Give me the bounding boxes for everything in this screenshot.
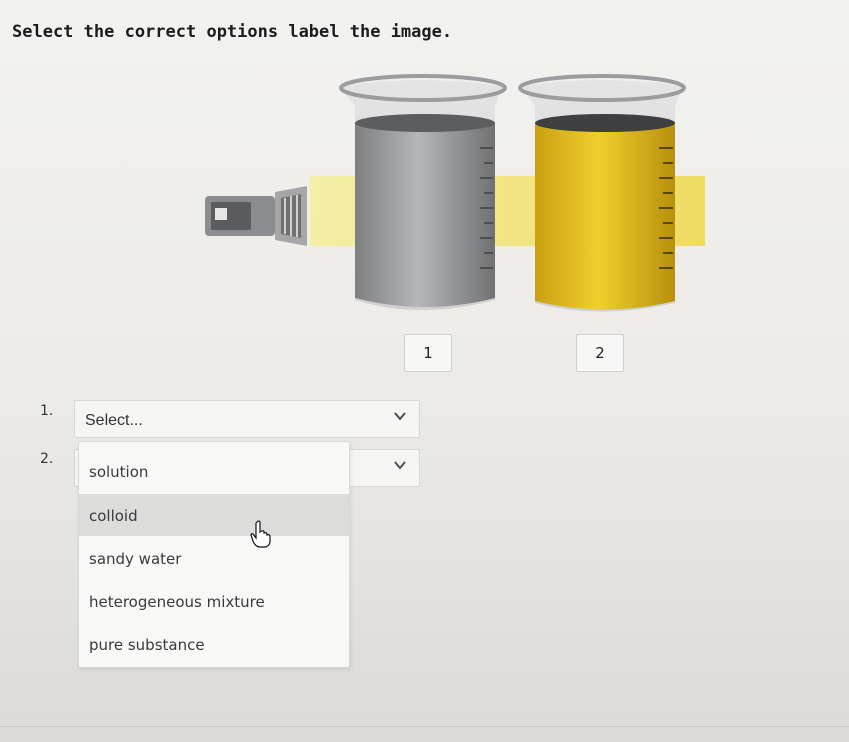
beaker-2 (518, 74, 686, 312)
flashlight-icon (205, 186, 307, 246)
menu-option-label: solution (89, 463, 149, 481)
footer-divider (0, 726, 849, 727)
menu-option-label: heterogeneous mixture (89, 593, 265, 611)
beakers-figure (195, 68, 715, 318)
hand-pointer-icon (250, 520, 271, 548)
item-number-2: 2. (40, 451, 54, 467)
beakers-illustration (205, 74, 705, 312)
menu-option[interactable]: heterogeneous mixture (79, 580, 349, 622)
menu-option-highlighted[interactable]: colloid (79, 494, 349, 536)
menu-option-label: sandy water (89, 550, 182, 568)
chevron-down-icon (394, 461, 406, 470)
dropdown-1-value: Select... (85, 412, 143, 429)
figure-label-2: 2 (576, 334, 624, 372)
item-number-1: 1. (40, 403, 54, 419)
menu-option-label: colloid (89, 507, 138, 525)
chevron-down-icon (394, 412, 406, 421)
menu-option-label: pure substance (89, 636, 205, 654)
question-title: Select the correct options label the ima… (12, 22, 453, 42)
beaker-1 (339, 74, 507, 310)
dropdown-1[interactable]: Select... (74, 400, 420, 438)
dropdown-2-menu: solution colloid sandy water heterogeneo… (78, 441, 350, 668)
figure-label-1: 1 (404, 334, 452, 372)
menu-option[interactable]: pure substance (79, 623, 349, 665)
menu-option[interactable]: sandy water (79, 537, 349, 579)
menu-option[interactable]: solution (79, 450, 349, 492)
